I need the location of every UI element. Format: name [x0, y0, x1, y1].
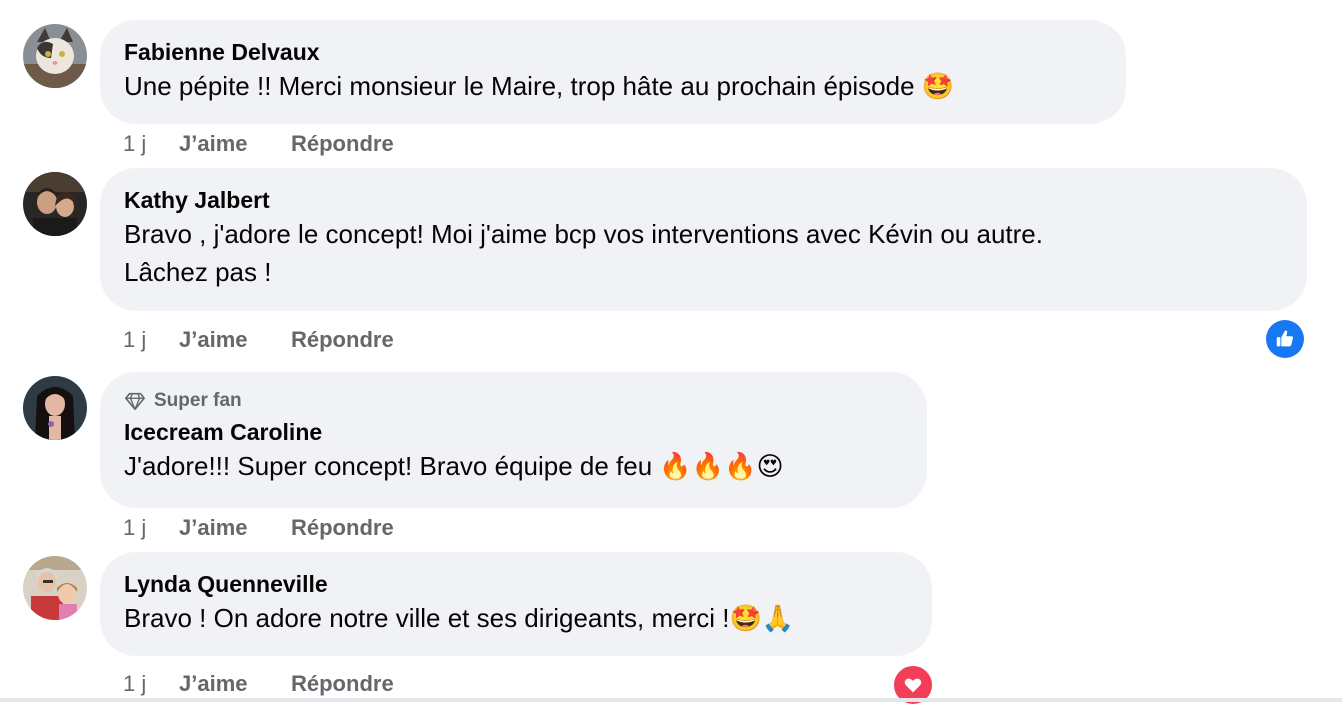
comment-bubble: Lynda Quenneville Bravo ! On adore notre…: [100, 552, 932, 656]
avatar[interactable]: [23, 556, 87, 620]
like-button[interactable]: J’aime: [179, 131, 291, 157]
comment-text-line: Lâchez pas !: [124, 257, 272, 287]
super-fan-badge[interactable]: Super fan: [124, 389, 903, 413]
comment-author[interactable]: Icecream Caroline: [124, 417, 903, 447]
comment-actions: 1 j J’aime Répondre: [123, 514, 394, 542]
diamond-icon: [125, 392, 145, 411]
woman-avatar-icon: [23, 376, 87, 440]
comment-text: Une pépite !! Merci monsieur le Maire, t…: [124, 71, 955, 101]
avatar[interactable]: [23, 172, 87, 236]
comment-timestamp[interactable]: 1 j: [123, 131, 179, 157]
avatar[interactable]: [23, 24, 87, 88]
comment-timestamp[interactable]: 1 j: [123, 327, 179, 353]
comment-bubble: Super fan Icecream Caroline J'adore!!! S…: [100, 372, 927, 508]
badge-label: Super fan: [154, 390, 242, 411]
comment-bubble: Kathy Jalbert Bravo , j'adore le concept…: [100, 168, 1307, 311]
avatar[interactable]: [23, 376, 87, 440]
reply-button[interactable]: Répondre: [291, 671, 394, 697]
comment-text: Bravo ! On adore notre ville et ses diri…: [124, 603, 795, 633]
bottom-divider: [0, 698, 1342, 702]
comment-timestamp[interactable]: 1 j: [123, 515, 179, 541]
comment-author[interactable]: Fabienne Delvaux: [124, 37, 1102, 67]
like-button[interactable]: J’aime: [179, 327, 291, 353]
comment-text-line: Bravo , j'adore le concept! Moi j'aime b…: [124, 219, 1043, 249]
reply-button[interactable]: Répondre: [291, 327, 394, 353]
comment-bubble: Fabienne Delvaux Une pépite !! Merci mon…: [100, 20, 1126, 124]
like-button[interactable]: J’aime: [179, 671, 291, 697]
like-button[interactable]: J’aime: [179, 515, 291, 541]
comment-actions: 1 j J’aime Répondre: [123, 670, 394, 698]
comment-actions: 1 j J’aime Répondre: [123, 130, 394, 158]
comment-author[interactable]: Kathy Jalbert: [124, 185, 1283, 215]
comment-actions: 1 j J’aime Répondre: [123, 326, 394, 354]
reply-button[interactable]: Répondre: [291, 131, 394, 157]
comment-text: J'adore!!! Super concept! Bravo équipe d…: [124, 451, 784, 481]
reply-button[interactable]: Répondre: [291, 515, 394, 541]
cat-avatar-icon: [23, 24, 87, 88]
couple-avatar-icon: [23, 172, 87, 236]
family-avatar-icon: [23, 556, 87, 620]
comment-author[interactable]: Lynda Quenneville: [124, 569, 908, 599]
comment-timestamp[interactable]: 1 j: [123, 671, 179, 697]
like-reaction-icon[interactable]: [1266, 320, 1304, 358]
